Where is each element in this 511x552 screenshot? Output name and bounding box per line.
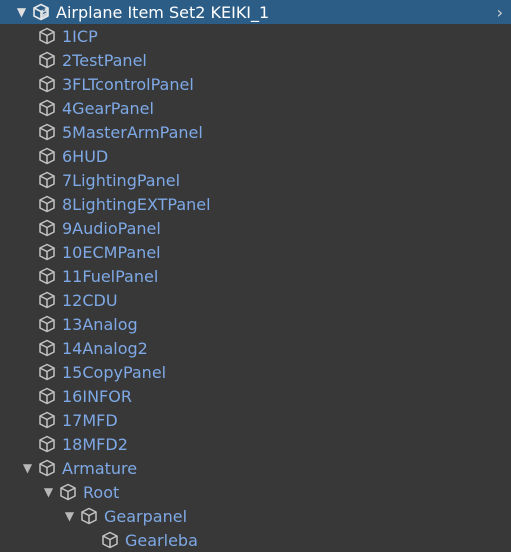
- foldout-expanded-icon[interactable]: ▼: [63, 504, 76, 528]
- cube-icon: [36, 433, 58, 455]
- hierarchy-item-label: 9AudioPanel: [62, 218, 161, 238]
- foldout-spacer: [21, 168, 34, 192]
- hierarchy-panel: ▼ Airplane Item Set2 KEIKI_1 › 1ICP 2Test…: [0, 0, 511, 551]
- hierarchy-item-label: Armature: [62, 458, 138, 478]
- hierarchy-item-16infor[interactable]: 16INFOR: [0, 384, 511, 408]
- hierarchy-item-label: 5MasterArmPanel: [62, 122, 203, 142]
- hierarchy-item-gearpanel[interactable]: ▼ Gearpanel: [0, 504, 511, 528]
- hierarchy-item-3fltcontrolpanel[interactable]: 3FLTcontrolPanel: [0, 72, 511, 96]
- hierarchy-item-13analog[interactable]: 13Analog: [0, 312, 511, 336]
- hierarchy-item-label: 11FuelPanel: [62, 266, 159, 286]
- cube-icon: [36, 193, 58, 215]
- hierarchy-item-label: Gearpanel: [104, 506, 188, 526]
- chevron-right-icon[interactable]: ›: [497, 0, 503, 24]
- hierarchy-item-label: 7LightingPanel: [62, 170, 181, 190]
- foldout-spacer: [21, 312, 34, 336]
- foldout-spacer: [21, 216, 34, 240]
- hierarchy-item-8lightingextpanel[interactable]: 8LightingEXTPanel: [0, 192, 511, 216]
- hierarchy-item-2testpanel[interactable]: 2TestPanel: [0, 48, 511, 72]
- cube-icon: [36, 337, 58, 359]
- cube-icon: [36, 265, 58, 287]
- hierarchy-item-17mfd[interactable]: 17MFD: [0, 408, 511, 432]
- hierarchy-item-label: Root: [83, 482, 120, 502]
- hierarchy-item-label: 18MFD2: [62, 434, 128, 454]
- cube-icon: [36, 409, 58, 431]
- foldout-spacer: [21, 288, 34, 312]
- hierarchy-item-label: 4GearPanel: [62, 98, 154, 118]
- cube-icon: [36, 241, 58, 263]
- foldout-spacer: [21, 120, 34, 144]
- hierarchy-item-gearleba[interactable]: Gearleba: [0, 528, 511, 552]
- hierarchy-item-label: 12CDU: [62, 290, 118, 310]
- hierarchy-item-label: 13Analog: [62, 314, 138, 334]
- hierarchy-item-label: 16INFOR: [62, 386, 132, 406]
- foldout-spacer: [21, 264, 34, 288]
- foldout-spacer: [21, 432, 34, 456]
- hierarchy-item-label: 3FLTcontrolPanel: [62, 74, 194, 94]
- hierarchy-item-10ecmpanel[interactable]: 10ECMPanel: [0, 240, 511, 264]
- hierarchy-item-label: 2TestPanel: [62, 50, 147, 70]
- hierarchy-item-label: 14Analog2: [62, 338, 148, 358]
- root-object-label: Airplane Item Set2 KEIKI_1: [56, 2, 270, 22]
- foldout-spacer: [21, 408, 34, 432]
- cube-icon: [36, 25, 58, 47]
- hierarchy-item-label: Gearleba: [125, 530, 198, 550]
- cube-icon: [36, 385, 58, 407]
- foldout-expanded-icon[interactable]: ▼: [42, 480, 55, 504]
- foldout-spacer: [21, 384, 34, 408]
- hierarchy-item-14analog2[interactable]: 14Analog2: [0, 336, 511, 360]
- cube-icon: [36, 97, 58, 119]
- hierarchy-item-label: 10ECMPanel: [62, 242, 161, 262]
- hierarchy-item-12cdu[interactable]: 12CDU: [0, 288, 511, 312]
- cube-icon: [36, 289, 58, 311]
- foldout-spacer: [21, 336, 34, 360]
- foldout-spacer: [21, 72, 34, 96]
- foldout-spacer: [21, 96, 34, 120]
- hierarchy-item-18mfd2[interactable]: 18MFD2: [0, 432, 511, 456]
- hierarchy-item-9audiopanel[interactable]: 9AudioPanel: [0, 216, 511, 240]
- cube-icon: [36, 145, 58, 167]
- cube-icon: [36, 121, 58, 143]
- cube-icon: [57, 481, 79, 503]
- foldout-spacer: [84, 528, 97, 552]
- cube-icon: [36, 457, 58, 479]
- cube-icon: [36, 217, 58, 239]
- hierarchy-item-label: 6HUD: [62, 146, 109, 166]
- hierarchy-item-11fuelpanel[interactable]: 11FuelPanel: [0, 264, 511, 288]
- cube-icon: [36, 313, 58, 335]
- hierarchy-item-label: 17MFD: [62, 410, 118, 430]
- cube-icon: [36, 73, 58, 95]
- hierarchy-item-root[interactable]: ▼ Root: [0, 480, 511, 504]
- foldout-expanded-icon[interactable]: ▼: [15, 0, 28, 24]
- foldout-spacer: [21, 24, 34, 48]
- cube-icon: [99, 529, 121, 551]
- cube-icon: [36, 361, 58, 383]
- foldout-spacer: [21, 48, 34, 72]
- foldout-spacer: [21, 144, 34, 168]
- hierarchy-item-15copypanel[interactable]: 15CopyPanel: [0, 360, 511, 384]
- hierarchy-item-label: 8LightingEXTPanel: [62, 194, 211, 214]
- foldout-spacer: [21, 240, 34, 264]
- foldout-expanded-icon[interactable]: ▼: [21, 456, 34, 480]
- foldout-spacer: [21, 192, 34, 216]
- hierarchy-item-1icp[interactable]: 1ICP: [0, 24, 511, 48]
- hierarchy-item-7lightingpanel[interactable]: 7LightingPanel: [0, 168, 511, 192]
- cube-icon: [36, 169, 58, 191]
- hierarchy-item-6hud[interactable]: 6HUD: [0, 144, 511, 168]
- hierarchy-item-armature[interactable]: ▼ Armature: [0, 456, 511, 480]
- hierarchy-item-label: 15CopyPanel: [62, 362, 167, 382]
- cube-icon: [78, 505, 100, 527]
- foldout-spacer: [21, 360, 34, 384]
- hierarchy-item-label: 1ICP: [62, 26, 98, 46]
- hierarchy-item-4gearpanel[interactable]: 4GearPanel: [0, 96, 511, 120]
- prefab-icon: [30, 1, 52, 23]
- cube-icon: [36, 49, 58, 71]
- hierarchy-item-5masterarmpanel[interactable]: 5MasterArmPanel: [0, 120, 511, 144]
- hierarchy-root-row[interactable]: ▼ Airplane Item Set2 KEIKI_1 ›: [0, 0, 511, 24]
